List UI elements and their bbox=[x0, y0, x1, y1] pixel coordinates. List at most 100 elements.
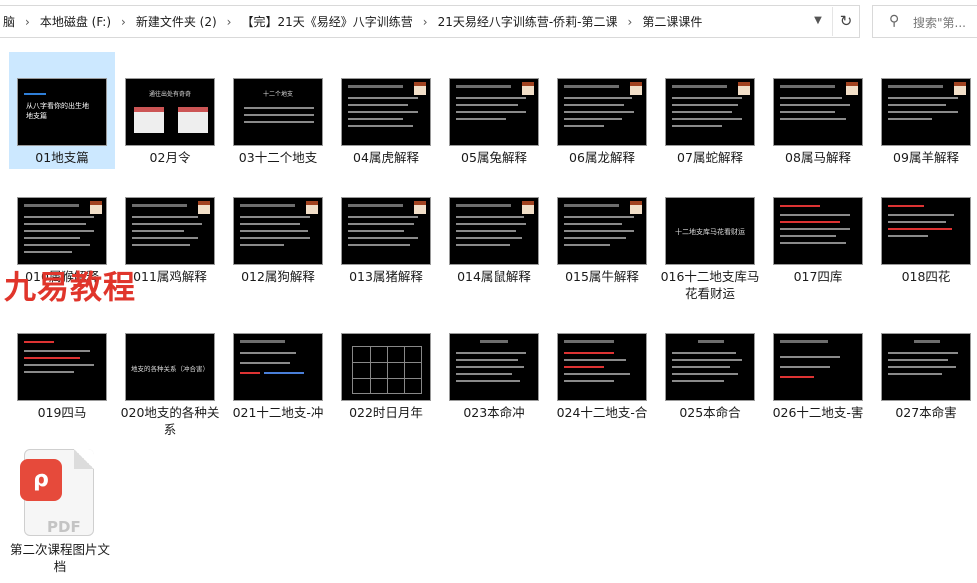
breadcrumb-separator[interactable]: › bbox=[220, 15, 239, 29]
file-item[interactable]: 07属蛇解释 bbox=[657, 52, 763, 169]
pdf-app-icon: ρ bbox=[20, 459, 62, 501]
breadcrumb-separator[interactable]: › bbox=[416, 15, 435, 29]
file-name: 02月令 bbox=[149, 150, 191, 165]
file-thumbnail bbox=[773, 197, 863, 265]
file-name: 024十二地支-合 bbox=[556, 405, 648, 420]
file-thumbnail bbox=[881, 78, 971, 146]
file-thumbnail bbox=[665, 333, 755, 401]
thumbnail-text: 从八字看你的出生地 地支篇 bbox=[26, 102, 89, 120]
address-bar-area: 脑 › 本地磁盘 (F:) › 新建文件夹 (2) › 【完】21天《易经》八字… bbox=[0, 0, 977, 44]
file-name: 03十二个地支 bbox=[238, 150, 318, 165]
breadcrumb-item-lesson[interactable]: 21天易经八字训练营-侨莉-第二课 bbox=[435, 13, 621, 30]
search-icon: ⚲ bbox=[889, 13, 900, 29]
file-thumbnail bbox=[881, 197, 971, 265]
file-item[interactable]: 015属牛解释 bbox=[549, 171, 655, 301]
search-input[interactable]: 搜索"第... bbox=[913, 14, 966, 31]
file-item[interactable]: 022时日月年 bbox=[333, 307, 439, 437]
file-thumbnail bbox=[449, 197, 539, 265]
file-thumbnail bbox=[341, 333, 431, 401]
refresh-icon[interactable]: ↻ bbox=[832, 7, 859, 36]
file-item[interactable]: 从八字看你的出生地 地支篇 01地支篇 bbox=[9, 52, 115, 169]
file-thumbnail bbox=[557, 78, 647, 146]
file-thumbnail: 从八字看你的出生地 地支篇 bbox=[17, 78, 107, 146]
file-thumbnail bbox=[449, 333, 539, 401]
file-thumbnail bbox=[341, 78, 431, 146]
file-name: 014属鼠解释 bbox=[457, 269, 531, 284]
file-name: 018四花 bbox=[901, 269, 951, 284]
file-item[interactable]: 017四库 bbox=[765, 171, 871, 301]
file-name: 013属猪解释 bbox=[349, 269, 423, 284]
file-thumbnail bbox=[557, 333, 647, 401]
file-item[interactable]: 027本命害 bbox=[873, 307, 977, 437]
file-thumbnail bbox=[773, 78, 863, 146]
file-name: 05属兔解释 bbox=[461, 150, 527, 165]
file-item[interactable]: 04属虎解释 bbox=[333, 52, 439, 169]
breadcrumb-item-folder[interactable]: 新建文件夹 (2) bbox=[133, 13, 220, 30]
breadcrumb-item-current[interactable]: 第二课课件 bbox=[639, 13, 705, 30]
file-item[interactable]: 014属鼠解释 bbox=[441, 171, 547, 301]
file-item[interactable]: 019四马 bbox=[9, 307, 115, 437]
file-thumbnail bbox=[233, 197, 323, 265]
file-item[interactable]: 十二个地支 03十二个地支 bbox=[225, 52, 331, 169]
pdf-type-text: PDF bbox=[47, 518, 81, 536]
file-item[interactable]: 06属龙解释 bbox=[549, 52, 655, 169]
file-name: 027本命害 bbox=[895, 405, 957, 420]
file-thumbnail: 通往出处有奇奇 bbox=[125, 78, 215, 146]
file-thumbnail bbox=[773, 333, 863, 401]
file-item[interactable]: 十二地支库马花看财运 016十二地支库马花看财运 bbox=[657, 171, 763, 301]
file-item[interactable]: 09属羊解释 bbox=[873, 52, 977, 169]
file-item[interactable]: 012属狗解释 bbox=[225, 171, 331, 301]
file-item[interactable]: 通往出处有奇奇 02月令 bbox=[117, 52, 223, 169]
file-item[interactable]: 025本命合 bbox=[657, 307, 763, 437]
page-fold-icon bbox=[74, 449, 94, 469]
file-name: 06属龙解释 bbox=[569, 150, 635, 165]
file-name: 023本命冲 bbox=[463, 405, 525, 420]
address-bar[interactable]: 脑 › 本地磁盘 (F:) › 新建文件夹 (2) › 【完】21天《易经》八字… bbox=[0, 5, 860, 38]
file-item[interactable]: 地支的各种关系（冲合害） 020地支的各种关系 bbox=[117, 307, 223, 437]
file-thumbnail: 十二个地支 bbox=[233, 78, 323, 146]
file-name: 08属马解释 bbox=[785, 150, 851, 165]
file-name: 019四马 bbox=[37, 405, 87, 420]
breadcrumb-item-computer[interactable]: 脑 bbox=[0, 13, 18, 30]
file-name: 09属羊解释 bbox=[893, 150, 959, 165]
file-name: 015属牛解释 bbox=[565, 269, 639, 284]
file-name: 022时日月年 bbox=[349, 405, 423, 420]
search-box[interactable]: ⚲ 搜索"第... bbox=[872, 5, 977, 38]
breadcrumb-item-drive[interactable]: 本地磁盘 (F:) bbox=[37, 13, 114, 30]
file-name: 020地支的各种关系 bbox=[120, 405, 220, 437]
file-item[interactable]: 026十二地支-害 bbox=[765, 307, 871, 437]
file-name: 01地支篇 bbox=[35, 150, 89, 165]
file-thumbnail bbox=[17, 333, 107, 401]
file-thumbnail bbox=[881, 333, 971, 401]
chevron-down-icon[interactable]: ▼ bbox=[808, 15, 828, 31]
file-name: 04属虎解释 bbox=[353, 150, 419, 165]
file-thumbnail bbox=[17, 197, 107, 265]
file-item[interactable]: 021十二地支-冲 bbox=[225, 307, 331, 437]
file-thumbnail bbox=[665, 78, 755, 146]
thumbnail-text: 通往出处有奇奇 bbox=[148, 91, 191, 98]
pdf-file-item[interactable]: PDF ρ 第二次课程图片文档 bbox=[10, 444, 110, 579]
file-thumbnail bbox=[233, 333, 323, 401]
file-item[interactable]: 013属猪解释 bbox=[333, 171, 439, 301]
file-thumbnail: 地支的各种关系（冲合害） bbox=[125, 333, 215, 401]
breadcrumb-separator[interactable]: › bbox=[114, 15, 133, 29]
file-name: 021十二地支-冲 bbox=[232, 405, 324, 420]
thumbnail-text: 地支的各种关系（冲合害） bbox=[131, 365, 209, 373]
file-item[interactable]: 023本命冲 bbox=[441, 307, 547, 437]
breadcrumb-item-course[interactable]: 【完】21天《易经》八字训练营 bbox=[238, 13, 415, 30]
file-name: 07属蛇解释 bbox=[677, 150, 743, 165]
breadcrumb-separator[interactable]: › bbox=[18, 15, 37, 29]
file-thumbnail bbox=[125, 197, 215, 265]
file-name: 017四库 bbox=[793, 269, 843, 284]
file-thumbnail bbox=[449, 78, 539, 146]
file-item[interactable]: 024十二地支-合 bbox=[549, 307, 655, 437]
file-item[interactable]: 08属马解释 bbox=[765, 52, 871, 169]
file-name: 第二次课程图片文档 bbox=[9, 542, 110, 574]
file-name: 026十二地支-害 bbox=[772, 405, 864, 420]
file-thumbnail bbox=[557, 197, 647, 265]
file-item[interactable]: 018四花 bbox=[873, 171, 977, 301]
breadcrumb-separator[interactable]: › bbox=[621, 15, 640, 29]
file-item[interactable]: 05属兔解释 bbox=[441, 52, 547, 169]
file-name: 025本命合 bbox=[679, 405, 741, 420]
file-name: 016十二地支库马花看财运 bbox=[660, 269, 760, 301]
